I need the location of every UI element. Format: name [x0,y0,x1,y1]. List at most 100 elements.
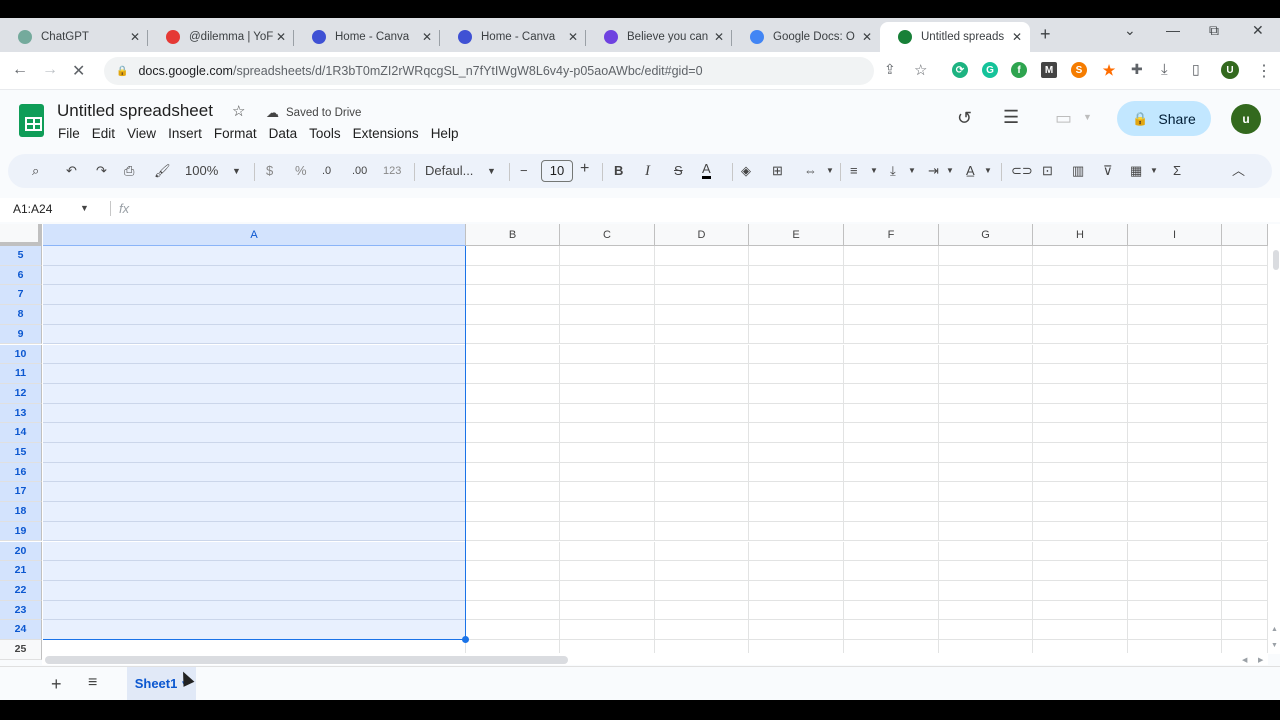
column-header-partial[interactable] [1222,224,1268,246]
cell-d12[interactable] [655,383,749,404]
column-header-i[interactable]: I [1128,224,1222,246]
cell-c14[interactable] [560,423,655,443]
cell-d10[interactable] [655,344,749,365]
font-dropdown-icon[interactable]: ▼ [487,162,496,180]
cell-i9[interactable] [1128,324,1222,345]
cell-g6[interactable] [939,265,1033,286]
name-box[interactable]: A1:A24 [13,202,52,216]
filter-icon[interactable]: ⊽ [1103,162,1113,180]
cell-f21[interactable] [844,561,939,581]
bookmark-star-icon[interactable]: ☆ [914,61,927,79]
cell-a23[interactable] [43,600,466,621]
cell-b13[interactable] [466,403,560,424]
fill-color-icon[interactable]: ◈ [741,162,751,180]
percent-format-button[interactable]: % [295,162,307,180]
number-format-button[interactable]: 123 [383,162,401,180]
cell-g10[interactable] [939,344,1033,365]
comments-icon[interactable]: ☰ [1003,107,1019,128]
close-tab-icon[interactable]: ✕ [568,30,578,44]
cell-i16[interactable] [1128,462,1222,483]
cell-f11[interactable] [844,364,939,384]
cell-g15[interactable] [939,443,1033,463]
cell-b16[interactable] [466,462,560,483]
text-color-button[interactable]: A [702,162,711,179]
browser-menu-icon[interactable]: ⋮ [1256,61,1272,81]
search-menus-icon[interactable]: ⌕ [32,162,39,180]
cell-partial[interactable] [1222,561,1268,581]
cell-d20[interactable] [655,541,749,562]
cell-e12[interactable] [749,383,844,404]
cell-e14[interactable] [749,423,844,443]
cell-g13[interactable] [939,403,1033,424]
forward-icon[interactable]: → [42,61,58,79]
v-align-dropdown-icon[interactable]: ▼ [908,162,916,180]
cell-b10[interactable] [466,344,560,365]
cell-b24[interactable] [466,620,560,640]
cell-f9[interactable] [844,324,939,345]
cell-a19[interactable] [43,521,466,542]
text-wrapping-icon[interactable]: ⇥ [928,162,939,180]
h-align-dropdown-icon[interactable]: ▼ [870,162,878,180]
filter-views-dropdown-icon[interactable]: ▼ [1150,162,1158,180]
cell-i5[interactable] [1128,246,1222,266]
cell-f8[interactable] [844,305,939,325]
insert-chart-icon[interactable]: ▥ [1072,162,1084,180]
cell-e15[interactable] [749,443,844,463]
cell-g14[interactable] [939,423,1033,443]
cell-partial[interactable] [1222,600,1268,621]
row-header[interactable]: 9 [0,324,42,345]
cell-h14[interactable] [1033,423,1128,443]
cell-d23[interactable] [655,600,749,621]
cell-h8[interactable] [1033,305,1128,325]
cell-c11[interactable] [560,364,655,384]
paint-format-icon[interactable]: 🖌 [154,162,171,180]
menu-edit[interactable]: Edit [92,126,115,141]
cell-partial[interactable] [1222,324,1268,345]
version-history-icon[interactable]: ↺ [957,108,972,129]
cell-a24[interactable] [43,620,466,640]
cell-f6[interactable] [844,265,939,286]
cell-a8[interactable] [43,305,466,325]
browser-tab[interactable]: Home - Canva ✕ [294,22,440,52]
cell-e24[interactable] [749,620,844,640]
cell-b23[interactable] [466,600,560,621]
cell-c15[interactable] [560,443,655,463]
cell-i12[interactable] [1128,383,1222,404]
cell-d6[interactable] [655,265,749,286]
cell-partial[interactable] [1222,403,1268,424]
cell-e10[interactable] [749,344,844,365]
cell-c24[interactable] [560,620,655,640]
column-header-d[interactable]: D [655,224,749,246]
horizontal-scrollbar-thumb[interactable] [45,656,568,664]
cell-g16[interactable] [939,462,1033,483]
cell-i20[interactable] [1128,541,1222,562]
cell-partial[interactable] [1222,443,1268,463]
scroll-up-icon[interactable]: ▲ [1271,626,1278,633]
cell-partial[interactable] [1222,364,1268,384]
cell-i13[interactable] [1128,403,1222,424]
sheets-logo-icon[interactable] [19,104,44,137]
cell-partial[interactable] [1222,265,1268,286]
column-header-e[interactable]: E [749,224,844,246]
cell-d13[interactable] [655,403,749,424]
cell-partial[interactable] [1222,246,1268,266]
cell-f13[interactable] [844,403,939,424]
extensions-puzzle-icon[interactable]: ✚ [1131,61,1143,78]
close-window-button[interactable]: ✕ [1252,22,1264,39]
row-header[interactable]: 16 [0,462,42,483]
cell-d16[interactable] [655,462,749,483]
fill-handle[interactable] [462,636,469,643]
cell-b20[interactable] [466,541,560,562]
row-header[interactable]: 24 [0,620,42,640]
vertical-scrollbar-thumb[interactable] [1273,250,1279,270]
column-header-f[interactable]: F [844,224,939,246]
row-header[interactable]: 7 [0,285,42,306]
cell-g17[interactable] [939,482,1033,503]
filter-views-icon[interactable]: ▦ [1130,162,1142,180]
close-tab-icon[interactable]: ✕ [276,30,286,44]
cell-a20[interactable] [43,541,466,562]
cell-h16[interactable] [1033,462,1128,483]
scroll-left-icon[interactable]: ◀ [1242,656,1247,664]
cell-f24[interactable] [844,620,939,640]
browser-tab[interactable]: Untitled spreads ✕ [880,22,1030,52]
